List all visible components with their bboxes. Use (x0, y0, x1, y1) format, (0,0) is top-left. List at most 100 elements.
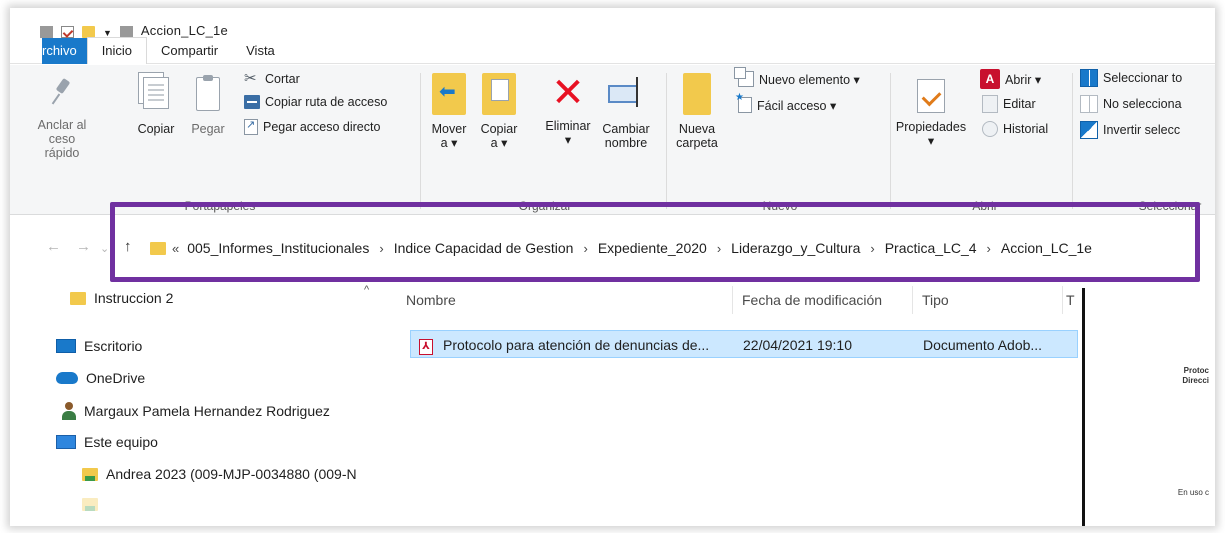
open-label[interactable]: Abrir ▾ (1005, 72, 1041, 87)
group-separator (890, 73, 891, 209)
new-item-button[interactable]: Nuevo elemento ▾ (734, 67, 860, 87)
easy-access-button[interactable]: Fácil acceso ▾ (734, 92, 836, 113)
breadcrumb-item[interactable]: Liderazgo_y_Cultura (731, 240, 860, 256)
up-arrow-icon[interactable]: ↑ (124, 238, 132, 255)
tab-file[interactable]: rchivo (42, 37, 87, 64)
open-button[interactable]: A Abrir ▾ (980, 69, 1041, 89)
scroll-up-icon[interactable]: ^ (364, 284, 369, 296)
breadcrumb-item[interactable]: Expediente_2020 (598, 240, 707, 256)
properties-label: Propiedades (895, 120, 967, 134)
ribbon: Anclar al ceso rápido Copiar Pegar ✂ Cor… (10, 65, 1215, 215)
delete-label: Eliminar (545, 119, 591, 133)
easy-access-label[interactable]: Fácil acceso ▾ (757, 98, 836, 113)
cloud-icon (56, 372, 78, 384)
column-header-modified[interactable]: Fecha de modificación (742, 292, 882, 308)
pin-label-2: ceso rápido (44, 132, 80, 160)
history-button[interactable]: Historial (982, 121, 1048, 137)
column-header-size[interactable]: T (1066, 292, 1075, 308)
move-to-icon (432, 73, 466, 115)
rename-button[interactable]: Cambiar nombre (598, 73, 654, 150)
forward-arrow-icon[interactable]: → (76, 238, 91, 255)
folder-icon (70, 291, 86, 305)
table-row[interactable]: ⅄ Protocolo para atención de denuncias d… (410, 330, 1078, 358)
copy-path-icon (244, 95, 260, 109)
cut-button[interactable]: ✂ Cortar (244, 71, 300, 87)
new-item-label[interactable]: Nuevo elemento ▾ (759, 72, 860, 87)
preview-splitter[interactable] (1082, 288, 1085, 526)
column-separator[interactable] (732, 286, 733, 314)
copy-button[interactable]: Copiar (132, 77, 180, 136)
nav-item-user[interactable]: Margaux Pamela Hernandez Rodriguez (62, 402, 330, 420)
nav-item-label: Andrea 2023 (009-MJP-0034880 (009-N (106, 466, 357, 482)
nav-item-this-pc[interactable]: Este equipo (56, 434, 158, 450)
breadcrumb-chevron-icon[interactable]: › (379, 241, 383, 256)
properties-check-icon[interactable] (61, 26, 74, 38)
edit-button[interactable]: Editar (982, 95, 1036, 113)
breadcrumb-chevron-icon[interactable]: › (987, 241, 991, 256)
nav-item-label: Este equipo (84, 434, 158, 450)
nav-item-onedrive[interactable]: OneDrive (56, 370, 145, 386)
user-icon (62, 402, 76, 420)
new-folder-button[interactable]: Nueva carpeta (672, 73, 722, 150)
history-icon (982, 121, 998, 137)
group-separator (420, 73, 421, 209)
new-item-icon (734, 67, 754, 87)
breadcrumb-chevron-icon[interactable]: › (717, 241, 721, 256)
breadcrumb-item-current[interactable]: Accion_LC_1e (1001, 240, 1092, 256)
column-header-name[interactable]: Nombre (406, 292, 456, 308)
select-none-icon (1080, 95, 1098, 113)
column-header-type[interactable]: Tipo (922, 292, 949, 308)
breadcrumb-item[interactable]: Practica_LC_4 (885, 240, 977, 256)
history-label: Historial (1003, 122, 1049, 136)
tab-share[interactable]: Compartir (147, 38, 232, 64)
select-none-button[interactable]: No selecciona (1080, 95, 1182, 113)
paste-shortcut-icon (244, 118, 258, 135)
nav-item-desktop[interactable]: Escritorio (56, 338, 142, 354)
properties-label-2: ▾ (927, 134, 935, 148)
group-label-clipboard: Portapapeles (184, 199, 256, 213)
tab-view[interactable]: Vista (232, 38, 289, 64)
delete-button[interactable]: ✕ Eliminar ▾ (540, 73, 596, 147)
properties-button[interactable]: Propiedades ▾ (892, 79, 970, 148)
nav-item-network-drive[interactable]: Andrea 2023 (009-MJP-0034880 (009-N (82, 466, 357, 482)
copy-to-label: Copiar (480, 122, 518, 136)
group-label-select: Seleccionar (1138, 199, 1202, 213)
select-all-icon (1080, 69, 1098, 87)
file-list: Nombre Fecha de modificación Tipo T ⅄ Pr… (400, 280, 1080, 526)
move-to-button[interactable]: Mover a ▾ (426, 73, 472, 150)
breadcrumb-item[interactable]: Indice Capacidad de Gestion (394, 240, 574, 256)
pin-quick-access-button[interactable]: Anclar al ceso rápido (32, 77, 92, 160)
nav-item-instruccion[interactable]: Instruccion 2 (70, 290, 173, 306)
breadcrumb-overflow[interactable]: « (172, 241, 179, 256)
navigation-row: ← → ⌄ ↑ « 005_Informes_Institucionales ›… (10, 216, 1215, 280)
copy-path-button[interactable]: Copiar ruta de acceso (244, 95, 387, 109)
copy-label: Copiar (137, 122, 175, 136)
group-separator (666, 73, 667, 209)
window-title: Accion_LC_1e (140, 23, 228, 38)
copy-to-icon (482, 73, 516, 115)
breadcrumb-chevron-icon[interactable]: › (870, 241, 874, 256)
explorer-window: ▼ Accion_LC_1e rchivo Inicio Compartir V… (10, 8, 1215, 526)
title-bar: ▼ Accion_LC_1e (10, 8, 1215, 38)
desktop-icon (56, 339, 76, 353)
tab-home[interactable]: Inicio (86, 37, 148, 64)
copy-to-label-2: a ▾ (490, 136, 508, 150)
nav-item-partial[interactable] (82, 498, 106, 511)
column-separator[interactable] (1062, 286, 1063, 314)
back-arrow-icon[interactable]: ← (46, 238, 61, 255)
paste-shortcut-button[interactable]: Pegar acceso directo (244, 118, 380, 135)
recent-locations-chevron-icon[interactable]: ⌄ (100, 242, 109, 255)
column-separator[interactable] (912, 286, 913, 314)
breadcrumb-chevron-icon[interactable]: › (583, 241, 587, 256)
group-separator (1072, 73, 1073, 209)
paste-button[interactable]: Pegar (186, 75, 230, 136)
copy-to-button[interactable]: Copiar a ▾ (476, 73, 522, 150)
breadcrumb-item[interactable]: 005_Informes_Institucionales (187, 240, 369, 256)
new-folder-label: Nueva (678, 122, 716, 136)
copy-path-label: Copiar ruta de acceso (265, 95, 388, 109)
address-bar[interactable]: « 005_Informes_Institucionales › Indice … (140, 228, 1190, 268)
invert-selection-button[interactable]: Invertir selecc (1080, 121, 1180, 139)
acrobat-icon: A (980, 69, 1000, 89)
select-all-button[interactable]: Seleccionar to (1080, 69, 1182, 87)
new-folder-label-2: carpeta (676, 136, 718, 150)
